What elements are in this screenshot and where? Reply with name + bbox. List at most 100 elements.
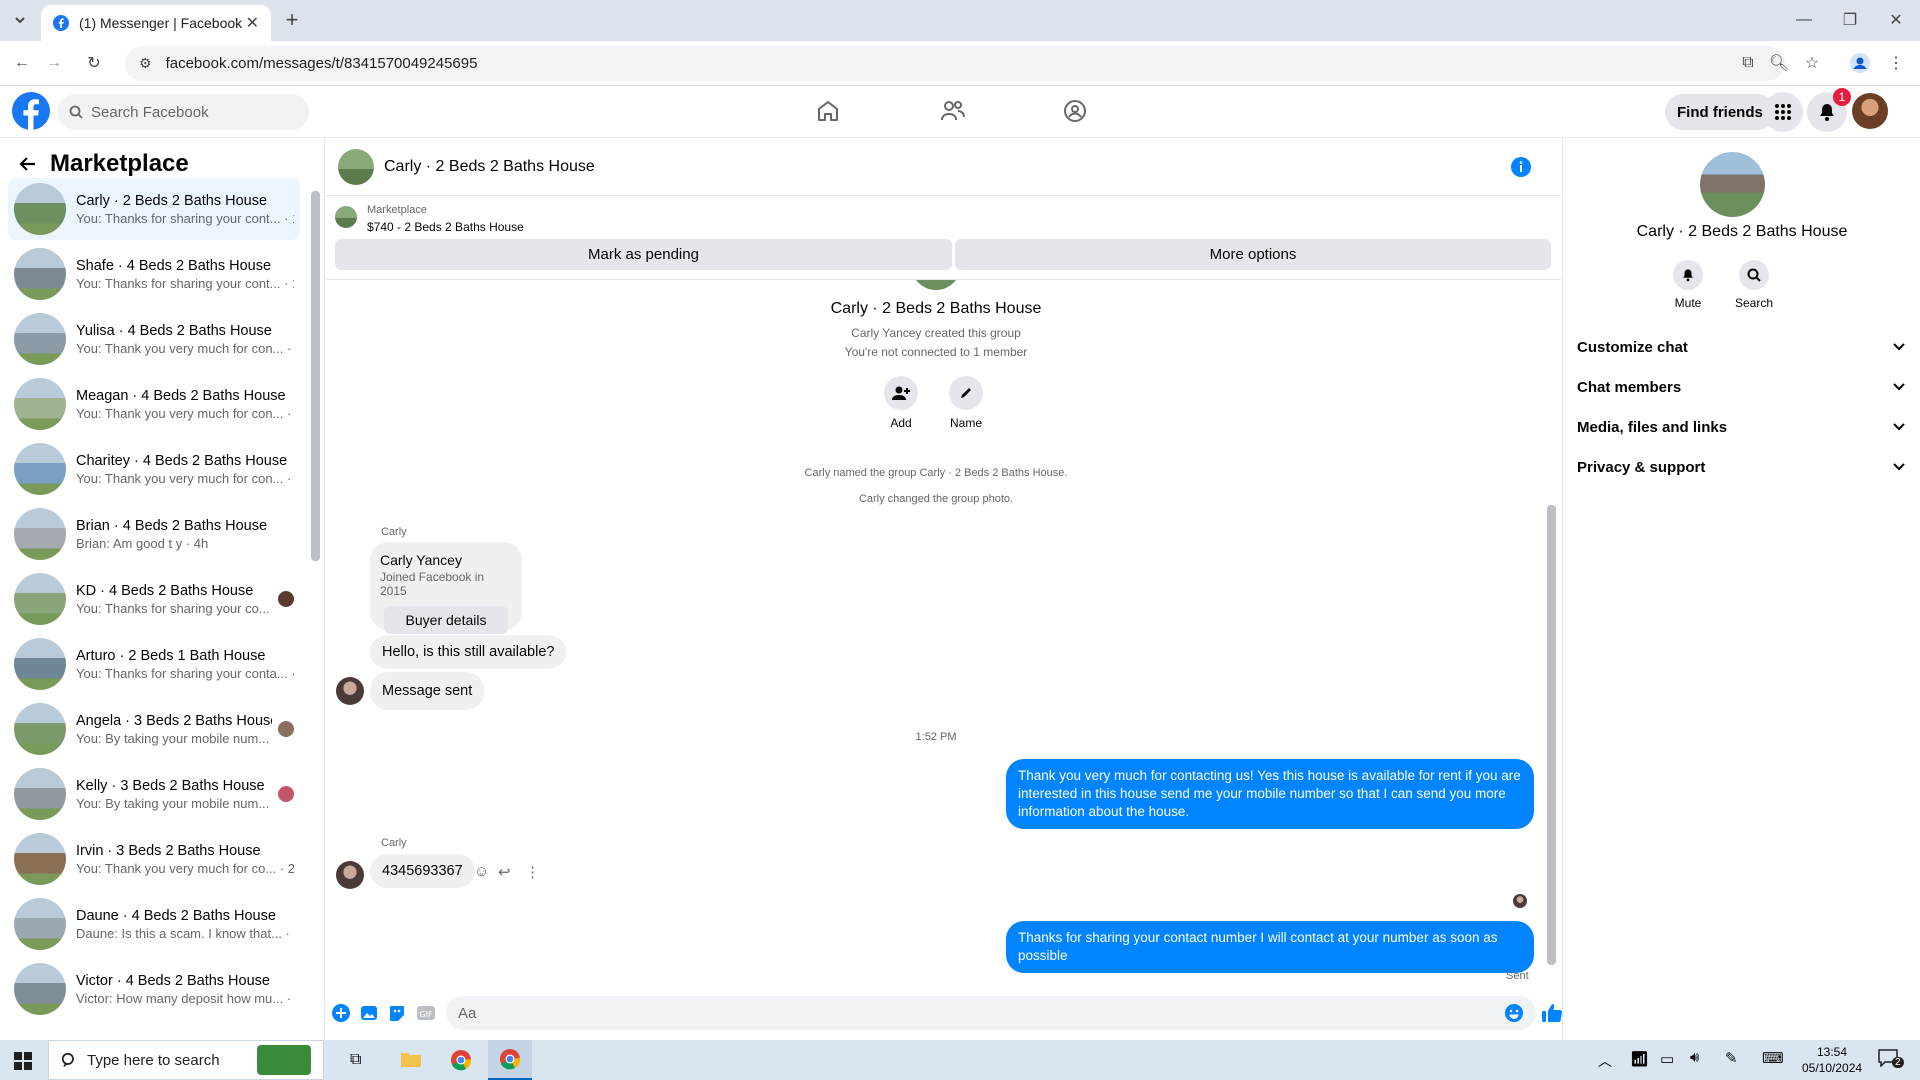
message-input-placeholder: Aa xyxy=(458,1004,477,1022)
omnibox[interactable]: ⚙ facebook.com/messages/t/83415700492456… xyxy=(125,46,1785,81)
browser-menu-icon[interactable]: ⋮ xyxy=(1882,49,1910,77)
facebook-search-input[interactable]: Search Facebook xyxy=(57,94,309,130)
conversation-item[interactable]: Meagan · 4 Beds 2 Baths House You: Thank … xyxy=(8,373,300,435)
details-section-item[interactable]: Media, files and links xyxy=(1577,409,1905,445)
windows-start-icon[interactable] xyxy=(14,1052,32,1070)
conversation-item[interactable]: Yulisa · 4 Beds 2 Baths House You: Thank … xyxy=(8,308,300,370)
rename-group-button[interactable]: Name xyxy=(949,376,983,430)
mark-as-pending-button[interactable]: Mark as pending xyxy=(335,239,952,270)
more-options-label: More options xyxy=(1209,246,1297,263)
details-avatar[interactable] xyxy=(1700,152,1765,217)
conversation-item[interactable]: Arturo · 2 Beds 1 Bath House You: Thanks … xyxy=(8,633,300,695)
message-bubble-incoming[interactable]: Message sent xyxy=(370,672,485,710)
buyer-details-button[interactable]: Buyer details xyxy=(384,606,508,634)
tab-close-icon[interactable]: ✕ xyxy=(246,13,259,33)
conversation-item[interactable]: Shafe · 4 Beds 2 Baths House You: Thanks … xyxy=(8,243,300,305)
back-arrow-icon[interactable] xyxy=(18,154,38,174)
more-options-button[interactable]: More options xyxy=(955,239,1551,270)
thread-scrollbar[interactable] xyxy=(1545,283,1557,983)
gif-icon[interactable]: GIF xyxy=(416,1004,436,1022)
install-app-icon[interactable]: ⧉ xyxy=(1734,49,1762,77)
back-icon[interactable]: ← xyxy=(8,49,36,77)
profile-icon[interactable] xyxy=(1846,49,1874,77)
sender-avatar[interactable] xyxy=(336,677,364,705)
conversation-item[interactable]: Angela · 3 Beds 2 Baths House You: By tak… xyxy=(8,698,300,760)
taskbar-search-input[interactable]: Type here to search xyxy=(48,1040,324,1080)
clock[interactable]: 13:54 05/10/2024 xyxy=(1802,1044,1862,1076)
conversation-avatar xyxy=(14,443,66,495)
conversation-item[interactable]: Carly · 2 Beds 2 Baths House You: Thanks … xyxy=(8,178,300,240)
message-more-icon[interactable]: ⋮ xyxy=(525,863,540,881)
conversation-item[interactable]: Charitey · 4 Beds 2 Baths House You: Than… xyxy=(8,438,300,500)
keyboard-icon[interactable]: ⌨ xyxy=(1762,1049,1784,1067)
reload-icon[interactable]: ↻ xyxy=(80,49,108,77)
account-avatar[interactable] xyxy=(1852,93,1888,129)
conversation-name: Arturo · 2 Beds 1 Bath House xyxy=(76,647,266,664)
conversation-item[interactable]: Irvin · 3 Beds 2 Baths House You: Thank y… xyxy=(8,828,300,890)
pen-icon[interactable]: ✎ xyxy=(1725,1049,1738,1067)
message-bubble-outgoing[interactable]: Thanks for sharing your contact number I… xyxy=(1006,921,1534,973)
home-icon[interactable] xyxy=(816,99,840,123)
sticker-icon[interactable] xyxy=(388,1004,406,1022)
chat-info-icon[interactable] xyxy=(1511,156,1531,177)
details-section-item[interactable]: Customize chat xyxy=(1577,329,1905,365)
group-photo-event: Carly changed the group photo. xyxy=(858,493,1014,505)
search-in-chat-button[interactable]: Search xyxy=(1734,260,1774,310)
search-icon xyxy=(69,105,83,119)
bookmark-star-icon[interactable]: ☆ xyxy=(1798,49,1826,77)
zoom-icon[interactable]: 🔍︎ xyxy=(1765,49,1793,77)
task-view-icon[interactable]: ⧉ xyxy=(350,1051,361,1069)
file-explorer-icon[interactable] xyxy=(400,1050,422,1068)
network-icon[interactable]: 📶︎ xyxy=(1630,1050,1649,1068)
conversation-item[interactable]: Daune · 4 Beds 2 Baths House Daune: Is th… xyxy=(8,893,300,955)
chat-avatar[interactable] xyxy=(338,148,374,185)
battery-icon[interactable]: ▭ xyxy=(1660,1050,1674,1068)
reply-icon[interactable]: ↩ xyxy=(498,863,511,881)
conversation-name: Charitey · 4 Beds 2 Baths House xyxy=(76,452,288,469)
search-placeholder: Search Facebook xyxy=(91,103,209,121)
details-section-item[interactable]: Privacy & support xyxy=(1577,449,1905,485)
like-thumb-icon[interactable] xyxy=(1541,1002,1563,1024)
notification-center-icon[interactable]: 2 xyxy=(1878,1049,1904,1071)
chrome-icon[interactable] xyxy=(450,1049,472,1071)
facebook-logo-icon[interactable] xyxy=(12,92,50,130)
menu-grid-icon[interactable] xyxy=(1763,92,1803,132)
forward-icon[interactable]: → xyxy=(40,49,68,77)
conversation-item[interactable]: KD · 4 Beds 2 Baths House You: Thanks for… xyxy=(8,568,300,630)
add-member-button[interactable]: Add xyxy=(884,376,918,430)
tray-chevron-icon[interactable]: ︿ xyxy=(1598,1051,1612,1071)
listing-thumbnail[interactable] xyxy=(335,206,357,228)
conversation-item[interactable]: Brian · 4 Beds 2 Baths House Brian: Am go… xyxy=(8,503,300,565)
emoji-icon[interactable] xyxy=(1504,1003,1524,1023)
friends-icon[interactable] xyxy=(940,99,966,123)
conversation-preview: You: Thanks for sharing your co... · 5h xyxy=(76,600,272,616)
site-info-icon[interactable]: ⚙ xyxy=(139,55,152,72)
plus-circle-icon[interactable] xyxy=(332,1004,350,1022)
tab-search-icon[interactable] xyxy=(6,6,34,34)
conversation-item[interactable]: Kelly · 3 Beds 2 Baths House You: By taki… xyxy=(8,763,300,825)
message-input[interactable]: Aa xyxy=(446,996,1536,1030)
message-text: Message sent xyxy=(382,683,473,699)
groups-icon[interactable] xyxy=(1063,99,1087,123)
minimize-icon[interactable]: — xyxy=(1790,6,1818,34)
left-scrollbar[interactable] xyxy=(310,183,320,1033)
react-smiley-icon[interactable]: ☺ xyxy=(474,863,489,880)
window-close-icon[interactable]: ✕ xyxy=(1882,6,1910,34)
message-bubble-incoming[interactable]: 4345693367 xyxy=(370,854,475,888)
listing-title[interactable]: $740 - 2 Beds 2 Baths House xyxy=(367,220,524,234)
sender-avatar[interactable] xyxy=(336,861,364,889)
message-bubble-outgoing[interactable]: Thank you very much for contacting us! Y… xyxy=(1006,759,1534,829)
find-friends-button[interactable]: Find friends xyxy=(1665,94,1775,130)
chrome-active-icon[interactable] xyxy=(488,1040,532,1080)
new-tab-button[interactable]: + xyxy=(278,6,306,34)
volume-icon[interactable]: 🔊︎ xyxy=(1690,1049,1699,1066)
conversation-item[interactable]: Victor · 4 Beds 2 Baths House Victor: How… xyxy=(8,958,300,1020)
details-section-item[interactable]: Chat members xyxy=(1577,369,1905,405)
photo-icon[interactable] xyxy=(360,1004,378,1022)
conversation-preview: You: Thank you very much for con... · 1m xyxy=(76,340,294,356)
restore-icon[interactable]: ❐ xyxy=(1836,6,1864,34)
mute-button[interactable]: Mute xyxy=(1673,260,1703,310)
message-bubble-incoming[interactable]: Hello, is this still available? xyxy=(370,635,567,669)
browser-tab[interactable]: (1) Messenger | Facebook ✕ xyxy=(41,5,271,41)
conversation-preview: You: Thank you very much for co... · 21h xyxy=(76,860,294,876)
